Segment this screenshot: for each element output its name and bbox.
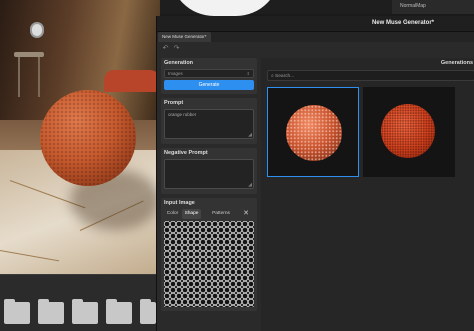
folder-icon[interactable] <box>140 299 156 324</box>
sofa-object <box>104 70 160 92</box>
screen: NormalMap New Muse Generator* New Muse G… <box>0 0 474 331</box>
folder-icon[interactable] <box>38 299 64 324</box>
tab-bar: New Muse Generator* <box>157 32 474 42</box>
mode-color-button[interactable]: Color <box>164 209 181 219</box>
prompt-value: orange rubber <box>168 112 197 117</box>
prompt-title: Prompt <box>164 100 184 106</box>
generations-title: Generations <box>440 60 473 66</box>
input-image-preview[interactable] <box>164 221 254 307</box>
input-image-title: Input Image <box>164 200 195 206</box>
input-image-section: Input Image Color Shape Patterns ✕ <box>161 198 257 311</box>
title-bar[interactable]: New Muse Generator* <box>157 16 474 32</box>
mode-shape-button[interactable]: Shape <box>182 209 201 219</box>
parameters-panel: Generation Images ⇕ Generate Prompt oran… <box>161 58 257 331</box>
generations-panel: Generations ⌕ Search... <box>261 58 474 331</box>
generation-type-select[interactable]: Images ⇕ <box>164 69 254 78</box>
generation-thumbnail[interactable] <box>267 87 359 177</box>
generation-title: Generation <box>164 60 194 66</box>
generation-section: Generation Images ⇕ Generate <box>161 58 257 94</box>
chevron-updown-icon: ⇕ <box>246 71 250 76</box>
negative-prompt-title: Negative Prompt <box>164 150 208 156</box>
close-icon[interactable]: ✕ <box>241 209 251 219</box>
generated-sphere-preview <box>286 105 342 161</box>
generated-sphere-preview <box>381 104 435 158</box>
undo-icon[interactable]: ↶ <box>161 44 170 53</box>
negative-prompt-section: Negative Prompt ◢ <box>161 148 257 194</box>
window-title: New Muse Generator* <box>371 20 434 26</box>
prompt-input[interactable]: orange rubber ◢ <box>164 109 254 139</box>
stool-leg <box>38 57 40 97</box>
search-icon: ⌕ <box>271 74 274 79</box>
normalmap-tab[interactable]: NormalMap <box>392 0 474 14</box>
redo-icon[interactable]: ↷ <box>172 44 181 53</box>
negative-prompt-input[interactable]: ◢ <box>164 159 254 189</box>
generate-button[interactable]: Generate <box>164 80 254 90</box>
folder-icon[interactable] <box>72 299 98 324</box>
generation-thumbnail[interactable] <box>363 87 455 177</box>
folder-icon[interactable] <box>4 299 30 324</box>
generation-type-value: Images <box>168 71 183 76</box>
tab-muse-generator[interactable]: New Muse Generator* <box>158 32 211 42</box>
search-placeholder: Search... <box>275 74 295 79</box>
toolbar: ↶ ↷ <box>157 42 474 56</box>
material-sphere[interactable] <box>40 90 136 186</box>
normalmap-tab-label: NormalMap <box>400 3 426 9</box>
folder-icon[interactable] <box>106 299 132 324</box>
search-input[interactable]: ⌕ Search... <box>267 70 474 81</box>
resize-handle-icon[interactable]: ◢ <box>248 132 252 138</box>
mode-patterns-button[interactable]: Patterns <box>207 209 235 219</box>
stool-leg <box>18 57 20 97</box>
muse-generator-window: New Muse Generator* New Muse Generator* … <box>156 16 474 331</box>
speaker-object <box>30 22 44 38</box>
prompt-section: Prompt orange rubber ◢ <box>161 98 257 144</box>
resize-handle-icon[interactable]: ◢ <box>248 182 252 188</box>
tab-label: New Muse Generator* <box>162 34 207 39</box>
